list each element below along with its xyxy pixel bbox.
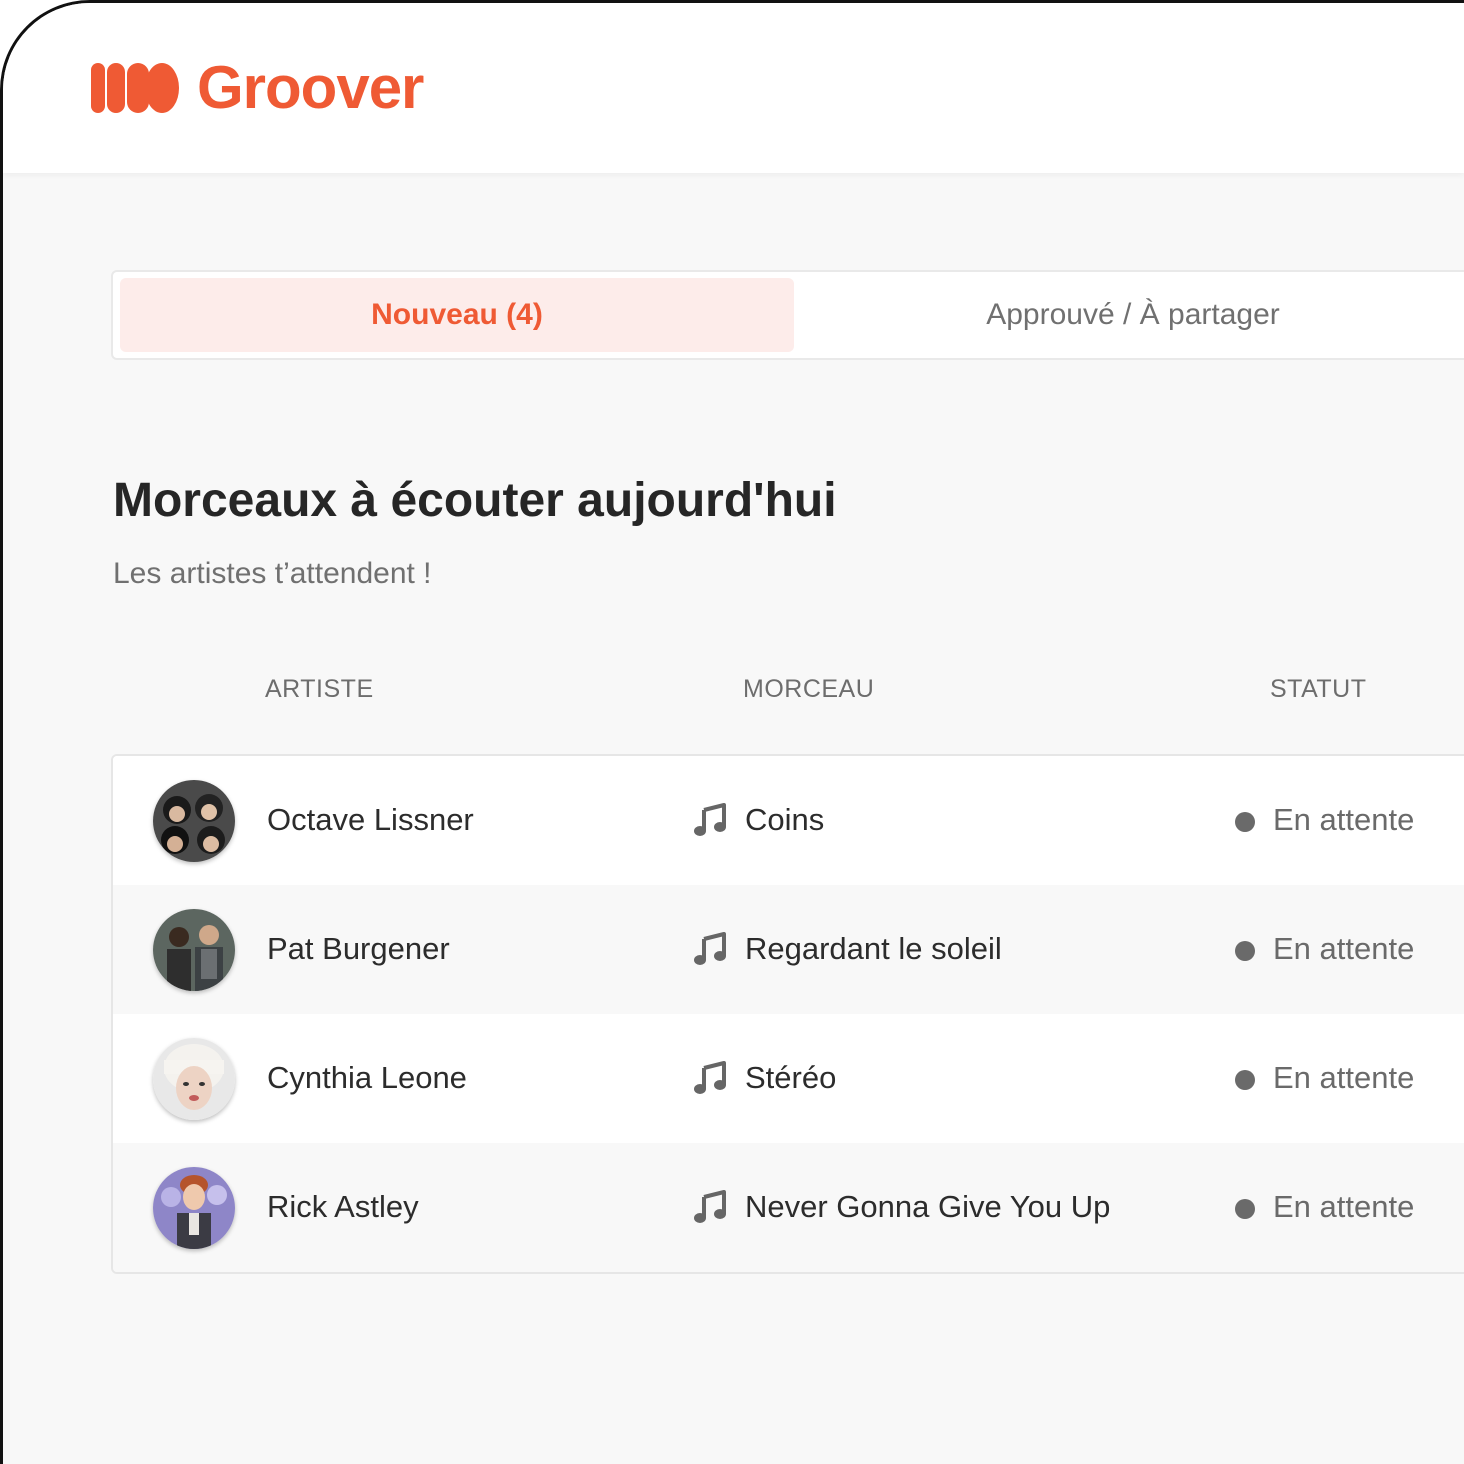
track-name[interactable]: Regardant le soleil [745, 931, 1002, 967]
tab-bar: Nouveau (4) Approuvé / À partager [111, 270, 1464, 360]
music-note-icon [694, 932, 726, 965]
status-badge: En attente [1273, 931, 1415, 966]
music-note-icon [694, 803, 726, 836]
artist-name[interactable]: Pat Burgener [267, 931, 450, 967]
track-name[interactable]: Coins [745, 802, 824, 838]
page-subtitle: Les artistes t’attendent ! [113, 557, 432, 590]
table-row[interactable]: Rick Astley Never Gonna Give You Up En a… [113, 1143, 1464, 1272]
column-header-status: STATUT [1270, 675, 1367, 703]
table-row[interactable]: Cynthia Leone Stéréo En attente [113, 1014, 1464, 1143]
status-badge: En attente [1273, 802, 1415, 837]
tab-approuve[interactable]: Approuvé / À partager [813, 278, 1453, 352]
artist-name[interactable]: Rick Astley [267, 1189, 419, 1225]
avatar [153, 909, 235, 991]
artist-photo-icon [153, 909, 235, 991]
artist-photo-icon [153, 1038, 235, 1120]
avatar [153, 780, 235, 862]
status-dot-icon [1235, 1070, 1255, 1090]
artist-name[interactable]: Cynthia Leone [267, 1060, 467, 1096]
status-dot-icon [1235, 941, 1255, 961]
table-row[interactable]: Octave Lissner Coins En attente [113, 756, 1464, 885]
avatar [153, 1038, 235, 1120]
groover-logo[interactable]: Groover [89, 54, 424, 121]
top-header: Groover [3, 3, 1464, 173]
column-header-artist: ARTISTE [265, 675, 374, 703]
artist-photo-icon [153, 780, 235, 862]
track-name[interactable]: Stéréo [745, 1060, 836, 1096]
status-badge: En attente [1273, 1060, 1415, 1095]
track-name[interactable]: Never Gonna Give You Up [745, 1189, 1110, 1225]
status-dot-icon [1235, 812, 1255, 832]
artist-photo-icon [153, 1167, 235, 1249]
tab-nouveau[interactable]: Nouveau (4) [120, 278, 794, 352]
avatar [153, 1167, 235, 1249]
status-dot-icon [1235, 1199, 1255, 1219]
brand-name: Groover [197, 54, 424, 121]
page-title: Morceaux à écouter aujourd'hui [113, 474, 837, 527]
column-header-track: MORCEAU [743, 675, 875, 703]
table-row[interactable]: Pat Burgener Regardant le soleil En atte… [113, 885, 1464, 1014]
music-note-icon [694, 1190, 726, 1223]
app-window: Groover Nouveau (4) Approuvé / À partage… [0, 0, 1464, 1464]
tracks-table: Octave Lissner Coins En attente Pat Burg… [111, 754, 1464, 1274]
groover-logo-icon [91, 63, 179, 113]
artist-name[interactable]: Octave Lissner [267, 802, 474, 838]
status-badge: En attente [1273, 1189, 1415, 1224]
music-note-icon [694, 1061, 726, 1094]
